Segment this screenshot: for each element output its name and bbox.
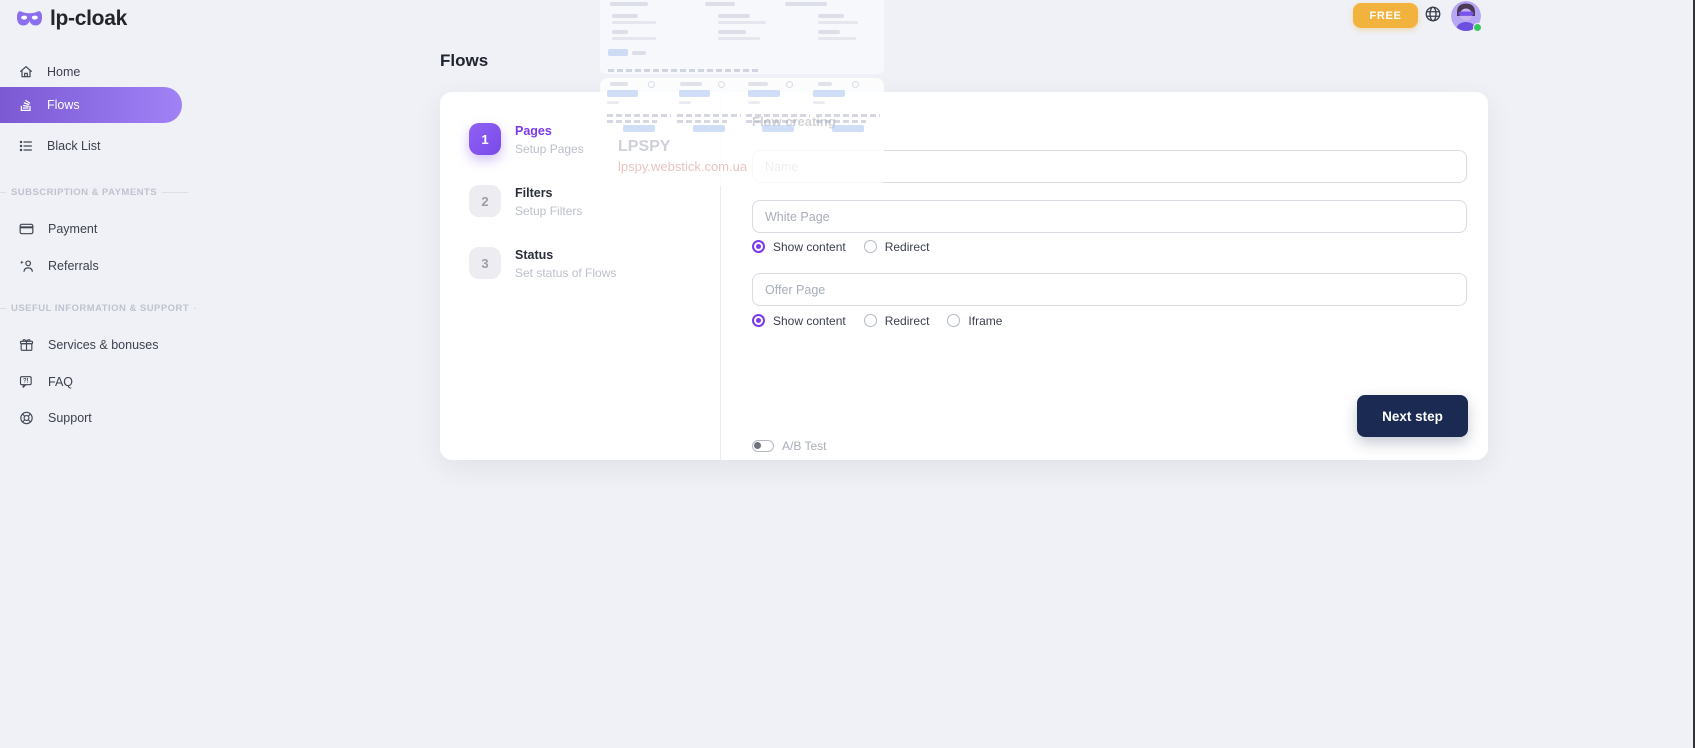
sidebar-item-faq[interactable]: ?! FAQ <box>0 367 182 397</box>
home-icon <box>18 64 34 80</box>
radio-selected-icon <box>752 314 765 327</box>
next-step-button[interactable]: Next step <box>1357 395 1468 437</box>
sidebar-item-label: Support <box>48 411 92 425</box>
user-avatar[interactable] <box>1451 1 1481 31</box>
white-page-show-content-radio[interactable]: Show content <box>752 240 846 254</box>
sidebar-item-support[interactable]: Support <box>0 403 182 433</box>
toggle-knob <box>754 442 761 449</box>
sidebar-item-label: FAQ <box>48 375 73 389</box>
step-title: Filters <box>515 186 582 200</box>
ghost-card-top <box>600 0 884 74</box>
ab-test-toggle-row[interactable]: A/B Test <box>752 439 826 453</box>
step-status[interactable]: 3 Status Set status of Flows <box>469 247 616 280</box>
step-title: Pages <box>515 124 584 138</box>
page-title: Flows <box>440 51 488 71</box>
step-filters[interactable]: 2 Filters Setup Filters <box>469 185 582 218</box>
radio-label: Redirect <box>885 314 930 328</box>
sidebar-section-support: USEFUL INFORMATION & SUPPORT <box>0 303 188 314</box>
step-subtitle: Setup Pages <box>515 142 584 156</box>
step-number-badge: 2 <box>469 185 501 217</box>
offer-page-redirect-radio[interactable]: Redirect <box>864 314 930 328</box>
flows-icon <box>18 97 34 113</box>
globe-icon <box>1424 5 1442 23</box>
radio-label: Iframe <box>968 314 1002 328</box>
step-number-badge: 3 <box>469 247 501 279</box>
white-page-input[interactable] <box>752 200 1467 233</box>
language-globe-button[interactable] <box>1424 5 1444 25</box>
ab-test-label: A/B Test <box>782 439 826 453</box>
online-status-dot <box>1473 23 1482 32</box>
offer-page-iframe-radio[interactable]: Iframe <box>947 314 1002 328</box>
credit-card-icon <box>18 221 35 237</box>
sidebar-item-home[interactable]: Home <box>0 57 182 87</box>
form-title: Flow creating <box>752 114 836 129</box>
plan-badge-button[interactable]: FREE <box>1353 3 1418 28</box>
sidebar-item-label: Flows <box>47 98 80 112</box>
lifebuoy-icon <box>18 410 35 426</box>
flow-creating-modal: 1 Pages Setup Pages 2 Filters Setup Filt… <box>440 92 1488 460</box>
logo-text: lp-cloak <box>50 7 127 31</box>
list-icon <box>18 138 34 154</box>
section-title-text: USEFUL INFORMATION & SUPPORT <box>11 303 189 314</box>
radio-unselected-icon <box>864 314 877 327</box>
step-number-badge: 1 <box>469 123 501 155</box>
mask-logo-icon <box>16 9 43 29</box>
white-page-redirect-radio[interactable]: Redirect <box>864 240 930 254</box>
sidebar-item-referrals[interactable]: Referrals <box>0 251 182 281</box>
sidebar-item-flows[interactable]: Flows <box>0 87 182 123</box>
svg-text:?!: ?! <box>23 379 29 385</box>
sidebar-item-label: Payment <box>48 222 97 236</box>
sidebar-section-subscription: SUBSCRIPTION & PAYMENTS <box>0 187 188 198</box>
section-title-text: SUBSCRIPTION & PAYMENTS <box>11 187 157 198</box>
offer-page-mode-group: Show content Redirect Iframe <box>752 313 1002 328</box>
step-subtitle: Set status of Flows <box>515 266 616 280</box>
sidebar-item-black-list[interactable]: Black List <box>0 131 182 161</box>
radio-selected-icon <box>752 240 765 253</box>
sidebar-item-label: Services & bonuses <box>48 338 158 352</box>
offer-page-show-content-radio[interactable]: Show content <box>752 314 846 328</box>
ab-test-toggle[interactable] <box>752 440 774 452</box>
faq-bubble-icon: ?! <box>18 374 35 390</box>
offer-page-input[interactable] <box>752 273 1467 306</box>
white-page-mode-group: Show content Redirect <box>752 239 929 254</box>
referrals-icon <box>18 258 35 274</box>
radio-unselected-icon <box>864 240 877 253</box>
radio-label: Show content <box>773 240 846 254</box>
sidebar-item-label: Black List <box>47 139 101 153</box>
step-title: Status <box>515 248 616 262</box>
sidebar-item-label: Home <box>47 65 80 79</box>
flow-name-input[interactable] <box>752 150 1467 183</box>
step-pages[interactable]: 1 Pages Setup Pages <box>469 123 584 156</box>
gift-icon <box>18 337 35 353</box>
radio-label: Show content <box>773 314 846 328</box>
sidebar-item-services[interactable]: Services & bonuses <box>0 330 182 360</box>
stepper-column: 1 Pages Setup Pages 2 Filters Setup Filt… <box>440 92 721 460</box>
radio-unselected-icon <box>947 314 960 327</box>
radio-label: Redirect <box>885 240 930 254</box>
sidebar-item-payment[interactable]: Payment <box>0 214 182 244</box>
sidebar-item-label: Referrals <box>48 259 99 273</box>
app-logo[interactable]: lp-cloak <box>16 7 127 31</box>
step-subtitle: Setup Filters <box>515 204 582 218</box>
